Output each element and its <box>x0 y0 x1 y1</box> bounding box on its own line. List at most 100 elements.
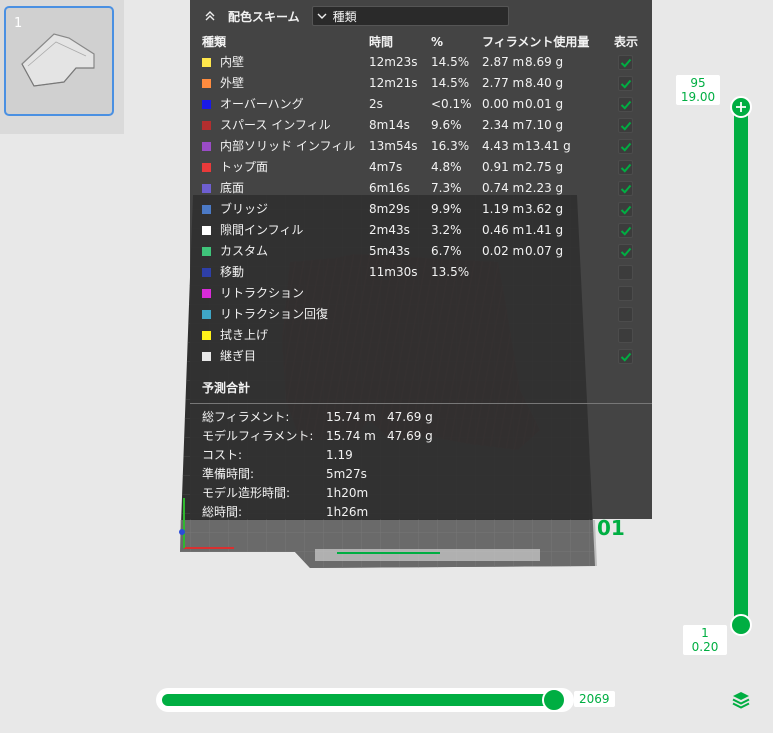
check-icon <box>620 142 632 152</box>
legend-row: 隙間インフィル 2m43s 3.2% 0.46 m 1.41 g <box>190 220 652 241</box>
feature-name: 外壁 <box>220 76 245 90</box>
layer-slider-track[interactable] <box>734 104 748 628</box>
feature-name: 内部ソリッド インフィル <box>220 139 356 153</box>
color-scheme-legend: 配色スキーム 種類 種類 時間 % フィラメント使用量 表示 内壁 12m23s 1… <box>190 0 652 519</box>
total-row: 準備時間: 5m27s <box>190 465 652 484</box>
top-layer-height: 19.00 <box>680 90 716 104</box>
plus-icon <box>736 102 746 112</box>
feature-time: 2s <box>369 97 383 111</box>
total-label: コスト: <box>202 448 243 462</box>
total-value: 1h26m <box>326 505 369 519</box>
color-swatch <box>202 268 211 277</box>
total-label: 総時間: <box>202 505 243 519</box>
visibility-checkbox[interactable] <box>618 139 633 154</box>
legend-row: 内壁 12m23s 14.5% 2.87 m 8.69 g <box>190 52 652 73</box>
bottom-layer-number: 1 <box>701 626 709 640</box>
layer-slider-bottom-handle[interactable] <box>730 614 752 636</box>
feature-weight: 7.10 g <box>525 118 564 132</box>
color-swatch <box>202 331 211 340</box>
column-header-percent: % <box>431 35 444 49</box>
check-icon <box>620 226 632 236</box>
feature-name: ブリッジ <box>220 202 269 216</box>
feature-weight: 2.75 g <box>525 160 564 174</box>
total-label: 準備時間: <box>202 467 255 481</box>
feature-name: 内壁 <box>220 55 245 69</box>
total-value: 5m27s <box>326 467 367 481</box>
visibility-checkbox[interactable] <box>618 265 633 280</box>
visibility-checkbox[interactable] <box>618 97 633 112</box>
layers-icon[interactable] <box>731 690 751 710</box>
feature-weight: 2.23 g <box>525 181 564 195</box>
legend-row: カスタム 5m43s 6.7% 0.02 m 0.07 g <box>190 241 652 262</box>
legend-row: リトラクション <box>190 283 652 304</box>
check-icon <box>620 205 632 215</box>
visibility-checkbox[interactable] <box>618 223 633 238</box>
move-slider-handle[interactable] <box>542 688 566 712</box>
color-scheme-value: 種類 <box>332 9 357 24</box>
color-swatch <box>202 310 211 319</box>
feature-length: 0.91 m <box>482 160 525 174</box>
feature-time: 8m14s <box>369 118 410 132</box>
total-row: モデルフィラメント: 15.74 m 47.69 g <box>190 427 652 446</box>
total-row: モデル造形時間: 1h20m <box>190 484 652 503</box>
visibility-checkbox[interactable] <box>618 349 633 364</box>
total-row: コスト: 1.19 <box>190 446 652 465</box>
feature-percent: 14.5% <box>431 55 470 69</box>
legend-title: 配色スキーム <box>228 9 300 24</box>
color-swatch <box>202 247 211 256</box>
color-swatch <box>202 58 211 67</box>
visibility-checkbox[interactable] <box>618 55 633 70</box>
column-header-filament: フィラメント使用量 <box>482 35 590 49</box>
feature-name: オーバーハング <box>220 97 304 111</box>
visibility-checkbox[interactable] <box>618 202 633 217</box>
visibility-checkbox[interactable] <box>618 307 633 322</box>
feature-percent: <0.1% <box>431 97 472 111</box>
layer-slider-top-handle[interactable] <box>730 96 752 118</box>
visibility-checkbox[interactable] <box>618 328 633 343</box>
feature-name: リトラクション回復 <box>220 307 329 321</box>
color-swatch <box>202 289 211 298</box>
feature-name: トップ面 <box>220 160 269 174</box>
color-swatch <box>202 100 211 109</box>
feature-time: 5m43s <box>369 244 410 258</box>
feature-name: 拭き上げ <box>220 328 269 342</box>
visibility-checkbox[interactable] <box>618 76 633 91</box>
visibility-checkbox[interactable] <box>618 118 633 133</box>
total-row: 総フィラメント: 15.74 m 47.69 g <box>190 408 652 427</box>
feature-name: 隙間インフィル <box>220 223 304 237</box>
visibility-checkbox[interactable] <box>618 160 633 175</box>
double-chevron-up-icon[interactable] <box>202 8 218 24</box>
visibility-checkbox[interactable] <box>618 244 633 259</box>
feature-percent: 4.8% <box>431 160 462 174</box>
column-header-time: 時間 <box>369 35 394 49</box>
total-label: 総フィラメント: <box>202 410 290 424</box>
feature-length: 0.00 m <box>482 97 525 111</box>
bottom-layer-height: 0.20 <box>691 640 719 654</box>
total-label: モデルフィラメント: <box>202 429 314 443</box>
move-slider-track[interactable] <box>162 694 558 706</box>
column-header-display: 表示 <box>614 35 639 49</box>
feature-percent: 16.3% <box>431 139 470 153</box>
visibility-checkbox[interactable] <box>618 286 633 301</box>
feature-name: スパース インフィル <box>220 118 331 132</box>
legend-row: 外壁 12m21s 14.5% 2.77 m 8.40 g <box>190 73 652 94</box>
feature-percent: 6.7% <box>431 244 462 258</box>
feature-length: 2.34 m <box>482 118 525 132</box>
feature-time: 11m30s <box>369 265 418 279</box>
check-icon <box>620 163 632 173</box>
feature-name: カスタム <box>220 244 269 258</box>
total-value: 15.74 m <box>326 410 376 424</box>
color-scheme-dropdown[interactable]: 種類 <box>311 6 509 26</box>
legend-row: 拭き上げ <box>190 325 652 346</box>
feature-length: 0.02 m <box>482 244 525 258</box>
feature-length: 0.46 m <box>482 223 525 237</box>
column-header-type: 種類 <box>202 35 227 49</box>
legend-row: 内部ソリッド インフィル 13m54s 16.3% 4.43 m 13.41 g <box>190 136 652 157</box>
totals-title: 予測合計 <box>202 381 251 395</box>
feature-time: 13m54s <box>369 139 418 153</box>
legend-row: 底面 6m16s 7.3% 0.74 m 2.23 g <box>190 178 652 199</box>
check-icon <box>620 100 632 110</box>
total-value: 15.74 m <box>326 429 376 443</box>
feature-time: 2m43s <box>369 223 410 237</box>
visibility-checkbox[interactable] <box>618 181 633 196</box>
